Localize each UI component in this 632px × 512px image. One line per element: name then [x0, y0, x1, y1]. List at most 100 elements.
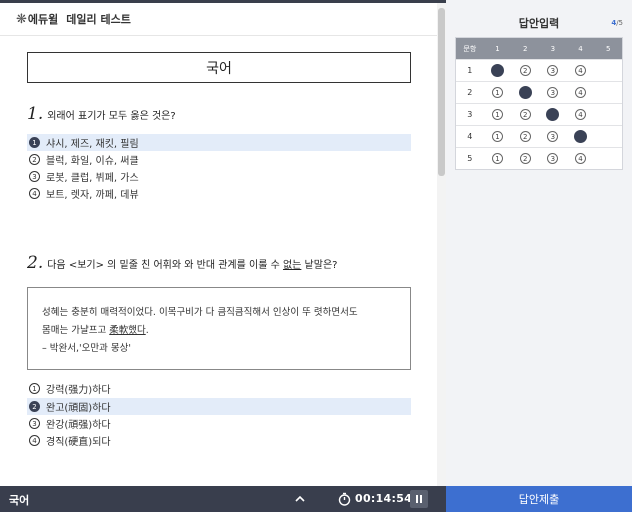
question-text-part: 다음 <보기> 의 밑줄 친 어휘와 와 반대 관계를 이룰 수 — [47, 260, 283, 271]
answer-bubble[interactable]: 2 — [519, 109, 531, 120]
stopwatch-icon — [338, 492, 351, 506]
submit-answers-button[interactable]: 답안제출 — [446, 486, 632, 512]
question-text: 다음 <보기> 의 밑줄 친 어휘와 와 반대 관계를 이룰 수 없는 낱말은? — [47, 256, 337, 271]
answer-bubble[interactable]: 2 — [519, 131, 531, 142]
answer-bubble-selected[interactable] — [518, 86, 532, 99]
answer-bubble[interactable]: 3 — [547, 153, 559, 164]
answer-cell: 4 — [567, 82, 595, 103]
q1-option-1[interactable]: 1 샤시, 제즈, 재킷, 필림 — [27, 134, 411, 151]
answer-row-number: 5 — [467, 154, 473, 163]
scrollbar-thumb[interactable] — [438, 8, 445, 176]
answer-cell-empty — [594, 104, 622, 125]
subject-title: 국어 — [27, 52, 411, 83]
chevron-up-icon[interactable] — [293, 493, 307, 505]
answer-cell — [511, 82, 539, 103]
answer-bubble[interactable]: 1 — [492, 109, 503, 120]
brand-logo: 에듀윌 — [27, 13, 59, 26]
answer-cell: 3 — [539, 60, 567, 81]
q1-option-2[interactable]: 2 블럭, 화일, 이슈, 써클 — [27, 151, 411, 168]
answer-row: 4 1 2 3 — [456, 125, 622, 147]
answer-bubble[interactable]: 4 — [575, 109, 587, 120]
header: ❋ 에듀윌 데일리 테스트 — [0, 3, 437, 36]
header-choice-2: 2 — [522, 44, 528, 53]
answer-row-number: 4 — [467, 132, 473, 141]
answer-bubble[interactable]: 3 — [547, 87, 559, 98]
q1-option-3[interactable]: 3 로봇, 클럽, 뷔페, 가스 — [27, 168, 411, 185]
answer-progress-count: 4/5 — [611, 19, 623, 27]
option-number: 4 — [29, 435, 40, 446]
answer-bubble-selected[interactable] — [546, 108, 560, 121]
answer-cell: 3 — [539, 82, 567, 103]
total-count: /5 — [616, 19, 623, 27]
answer-cell: 2 — [511, 104, 539, 125]
answer-bubble[interactable]: 3 — [547, 131, 559, 142]
option-number: 4 — [29, 188, 40, 199]
passage-underlined-word: 柔軟했다 — [109, 325, 146, 336]
answer-bubble[interactable]: 1 — [492, 87, 503, 98]
passage-text: . — [145, 325, 149, 336]
answer-cell-empty — [594, 148, 622, 169]
answer-panel: 답안입력 4/5 문항 1 2 3 4 5 123421343124412351… — [446, 0, 632, 486]
q2-option-1[interactable]: 1 강력(强力)하다 — [27, 380, 411, 397]
answer-bubble[interactable]: 2 — [519, 153, 531, 164]
answer-row-number: 2 — [467, 88, 473, 97]
answer-cell: 3 — [539, 126, 567, 147]
page-title: 데일리 테스트 — [66, 13, 131, 26]
answer-row: 5 1 2 3 4 — [456, 147, 622, 169]
option-number: 3 — [29, 418, 40, 429]
answer-cell-empty — [594, 82, 622, 103]
option-number: 2 — [29, 401, 40, 412]
question-pane: ❋ 에듀윌 데일리 테스트 국어 1. 외래어 표기가 모두 옳은 것은? 1 … — [0, 0, 446, 486]
answer-cell: 4 — [567, 104, 595, 125]
answer-cell: 1 — [484, 126, 512, 147]
option-text: 경직(硬直)되다 — [46, 437, 111, 448]
answer-bubble[interactable]: 4 — [575, 153, 587, 164]
q1-option-4[interactable]: 4 보트, 렛자, 까페, 데뷰 — [27, 185, 411, 202]
answer-bubble-selected[interactable] — [574, 130, 588, 143]
example-passage: 성혜는 충분히 매력적이었다. 이목구비가 다 큼직큼직해서 인상이 뚜 렷하면… — [27, 287, 411, 370]
answer-cell-empty — [594, 60, 622, 81]
q2-option-2[interactable]: 2 완고(頑固)하다 — [27, 398, 411, 415]
question-text-emphasis: 없는 — [282, 260, 302, 271]
option-text: 블럭, 화일, 이슈, 써클 — [46, 156, 139, 167]
answer-bubble[interactable]: 1 — [492, 153, 503, 164]
option-text: 완강(頑强)하다 — [46, 420, 111, 431]
option-text: 로봇, 클럽, 뷔페, 가스 — [46, 173, 139, 184]
answer-bubble[interactable]: 3 — [547, 65, 559, 76]
bottom-bar: 국어 00:14:54 — [0, 486, 446, 512]
answer-bubble[interactable]: 4 — [575, 65, 587, 76]
pause-button[interactable] — [410, 490, 428, 508]
passage-source: – 박완서,'오만과 몽상' — [42, 343, 131, 354]
option-text: 보트, 렛자, 까페, 데뷰 — [46, 190, 139, 201]
answer-bubble[interactable]: 4 — [575, 87, 587, 98]
logo-icon: ❋ — [16, 11, 27, 27]
elapsed-timer: 00:14:54 — [355, 492, 413, 505]
option-number: 2 — [29, 154, 40, 165]
passage-line: 몸매는 가냘프고 柔軟했다. — [42, 322, 396, 340]
question-content[interactable]: 국어 1. 외래어 표기가 모두 옳은 것은? 1 샤시, 제즈, 재킷, 필림… — [0, 37, 437, 486]
answer-cell-empty — [594, 126, 622, 147]
answer-panel-title: 답안입력 — [518, 17, 560, 30]
question-text-part: 낱말은? — [301, 260, 338, 271]
answer-bubble[interactable]: 2 — [519, 65, 531, 76]
answer-grid-header: 문항 1 2 3 4 5 — [456, 38, 622, 59]
pause-icon — [416, 495, 418, 503]
q2-option-4[interactable]: 4 경직(硬直)되다 — [27, 432, 411, 449]
option-number: 3 — [29, 171, 40, 182]
passage-text: 몸매는 가냘프고 — [42, 325, 110, 336]
answer-cell: 1 — [484, 82, 512, 103]
answer-cell: 2 — [511, 60, 539, 81]
header-choice-5: 5 — [605, 44, 611, 53]
answer-cell: 2 — [511, 148, 539, 169]
current-subject: 국어 — [9, 494, 30, 507]
answer-bubble-selected[interactable] — [491, 64, 504, 77]
option-number: 1 — [29, 383, 40, 394]
answer-cell: 1 — [484, 148, 512, 169]
question-number: 1. — [27, 104, 44, 124]
answer-bubble[interactable]: 1 — [492, 131, 503, 142]
option-text: 완고(頑固)하다 — [46, 403, 111, 414]
header-question: 문항 — [463, 44, 477, 53]
answer-cell: 3 — [539, 148, 567, 169]
q2-option-3[interactable]: 3 완강(頑强)하다 — [27, 415, 411, 432]
answer-cell — [484, 60, 512, 81]
